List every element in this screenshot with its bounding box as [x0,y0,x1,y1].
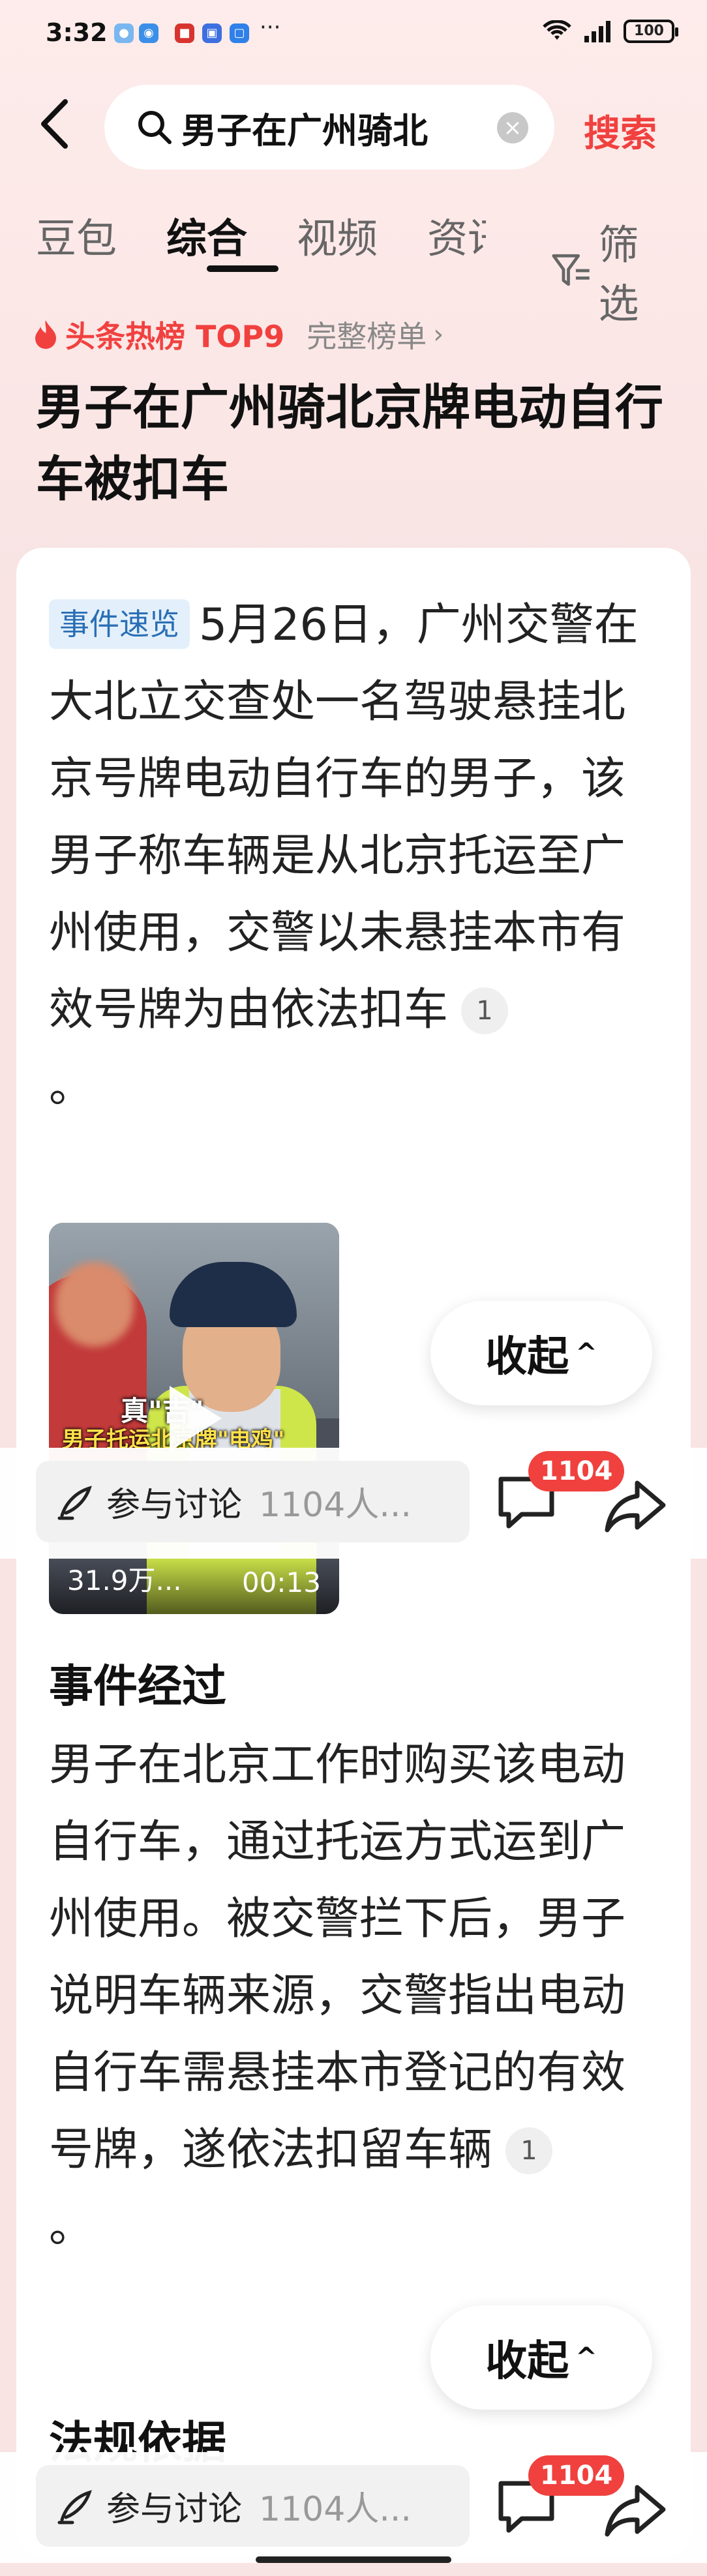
video-duration: 00:13 [241,1566,321,1598]
discussion-input[interactable]: 参与讨论 1104人... [36,2465,470,2547]
summary-tag: 事件速览 [49,599,190,649]
discussion-label: 参与讨论 [106,1486,243,1525]
home-indicator[interactable] [256,2556,451,2563]
search-input[interactable]: 男子在广州骑北 × [104,85,554,170]
share-icon[interactable] [603,2478,669,2543]
discussion-input[interactable]: 参与讨论 1104人... [36,1461,470,1542]
wifi-icon [543,20,571,40]
page-title: 男子在广州骑北京牌电动自行车被扣车 [36,380,663,507]
tab-news[interactable]: 资讯 [427,205,486,264]
status-time: 3:32 [46,18,108,47]
summary-end: 。 [49,1061,94,1113]
search-query: 男子在广州骑北 [181,110,428,151]
discussion-bar: 参与讨论 1104人... 1104 [0,2452,707,2563]
video-meta: 31.9万... 00:13 [49,1555,339,1614]
notification-icon: ● [114,23,134,43]
active-tab-indicator [207,265,278,272]
filter-button[interactable]: 筛选 [551,212,675,329]
notification-icon: ◉ [139,23,158,43]
collapse-label: 收起 [485,1333,569,1381]
clear-search-button[interactable]: × [497,112,528,143]
collapse-label: 收起 [485,2337,569,2386]
summary-text: 5月26日，广州交警在大北立交查处一名驾驶悬挂北京号牌电动自行车的男子，该男子称… [49,599,639,1036]
result-tabs: 豆包 综合 视频 资讯 筛选 [36,199,675,327]
section-heading: 事件经过 [49,1661,227,1713]
pen-icon [57,1485,92,1520]
back-button[interactable] [36,98,75,150]
tab-doubao[interactable]: 豆包 [36,205,117,264]
flame-icon [35,320,56,349]
tab-video[interactable]: 视频 [297,205,378,264]
filter-icon [552,254,590,286]
collapse-button[interactable]: 收起 ^ [430,2305,652,2410]
collapse-button[interactable]: 收起 ^ [430,1301,652,1405]
hot-list-link[interactable]: 头条热榜 TOP9 完整榜单 › [33,313,444,356]
section-text: 男子在北京工作时购买该电动自行车，通过托运方式运到广州使用。被交警拦下后，男子说… [49,1739,626,2176]
filter-label: 筛选 [598,221,639,327]
more-notifications-icon: ··· [260,14,281,40]
chevron-right-icon: › [433,320,444,350]
notification-icon: ▢ [230,23,249,43]
discussion-count: 1104人... [259,2490,412,2529]
video-views: 31.9万... [67,1565,182,1596]
pen-icon [57,2489,92,2524]
notification-icon: ▣ [202,23,222,43]
search-icon [138,111,172,144]
share-icon[interactable] [603,1474,669,1539]
citation-badge[interactable]: 1 [505,2127,553,2174]
notification-icon: ■ [175,23,194,43]
section-paragraph: 男子在北京工作时购买该电动自行车，通过托运方式运到广州使用。被交警拦下后，男子说… [49,1727,642,2266]
discussion-count: 1104人... [259,1486,412,1525]
status-bar: 3:32 ● ◉ ■ ▣ ▢ ··· 100 [0,0,707,72]
section-end: 。 [49,2201,94,2253]
chevron-up-icon: ^ [575,1338,597,1368]
video-figure [55,1262,134,1347]
signal-icon [584,21,610,42]
hot-list-label: 头条热榜 TOP9 [65,319,285,354]
full-list-link[interactable]: 完整榜单 [307,313,427,356]
chevron-left-icon [41,99,68,149]
chevron-up-icon: ^ [575,2343,597,2373]
summary-paragraph: 事件速览 5月26日，广州交警在大北立交查处一名驾驶悬挂北京号牌电动自行车的男子，… [49,587,642,1126]
search-button[interactable]: 搜索 [584,104,657,157]
discussion-bar: 参与讨论 1104人... 1104 [0,1448,707,1559]
discussion-label: 参与讨论 [106,2490,243,2529]
tab-general[interactable]: 综合 [166,205,247,264]
battery-icon: 100 [624,20,678,43]
citation-badge[interactable]: 1 [461,987,509,1034]
battery-level: 100 [634,23,664,39]
play-icon[interactable] [170,1386,222,1451]
